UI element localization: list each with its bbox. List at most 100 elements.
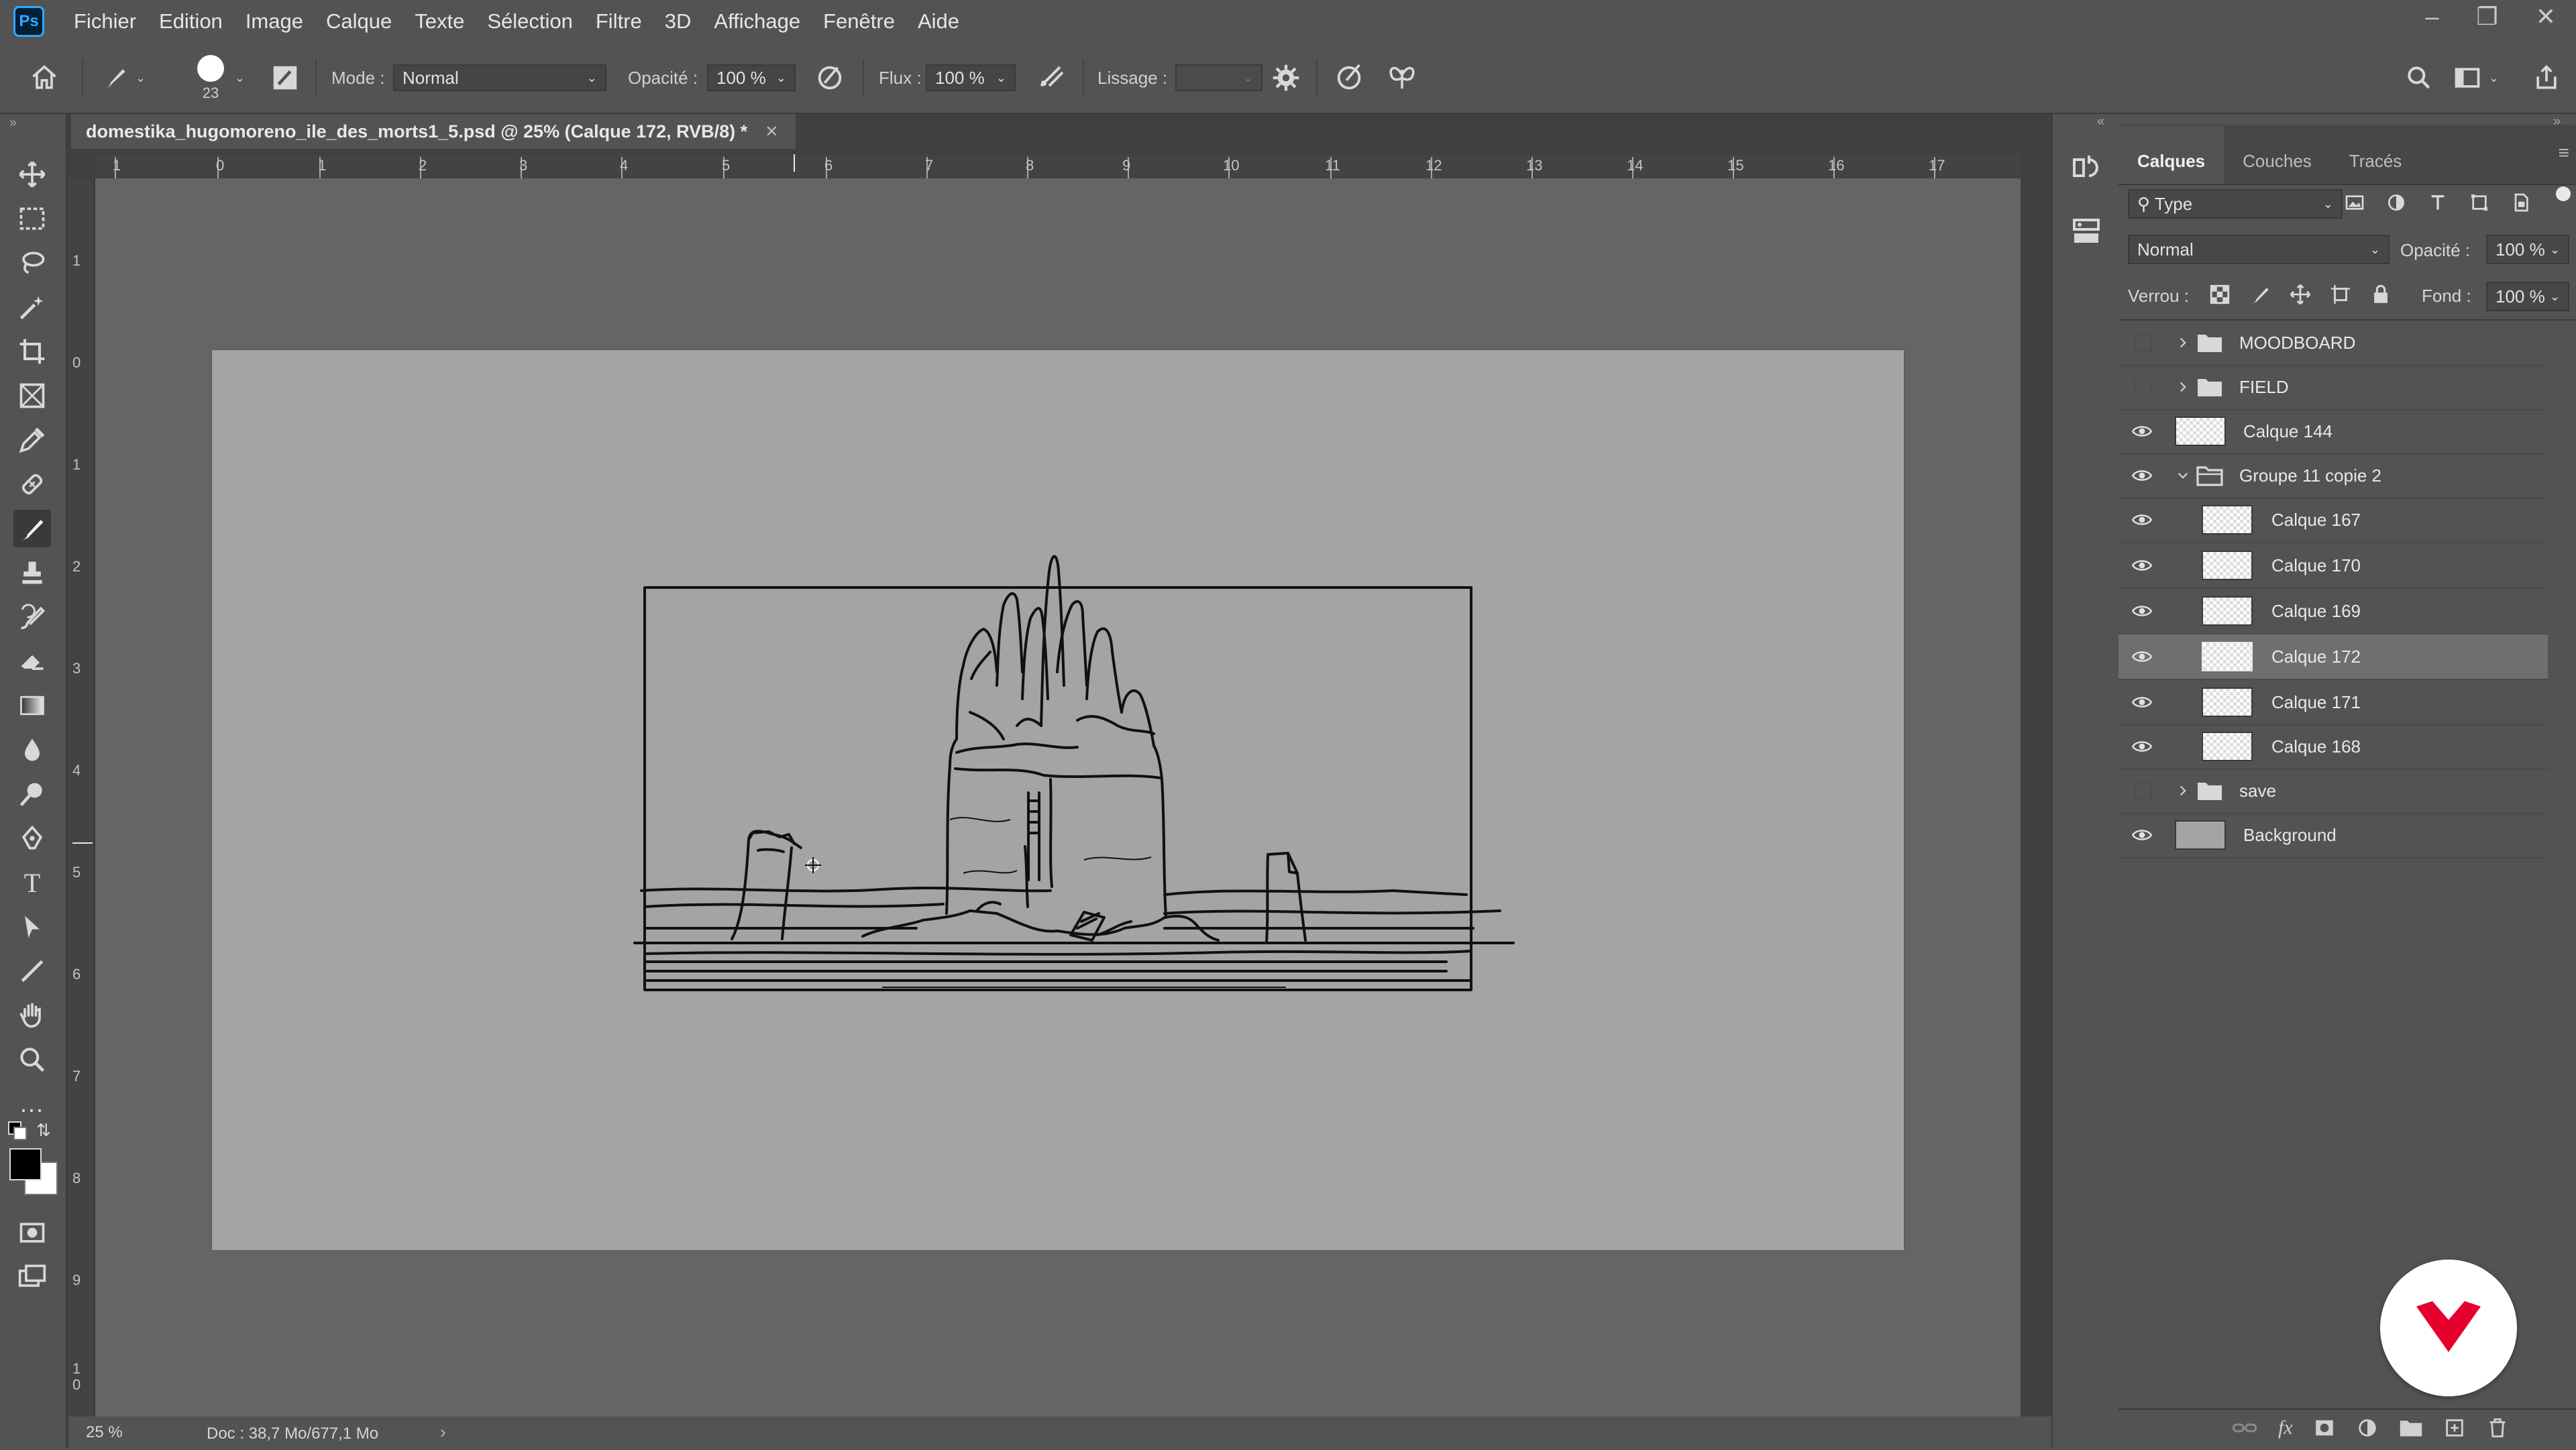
lock-transparent-pixels-icon[interactable] [2208,283,2231,306]
menu-fenetre[interactable]: Fenêtre [823,9,895,34]
tab-calques[interactable]: Calques [2118,126,2224,184]
filter-toggle-icon[interactable] [2556,186,2571,201]
visibility-toggle[interactable] [2135,334,2152,351]
restore-icon[interactable]: ❐ [2477,3,2498,31]
chevron-down-icon[interactable] [2175,467,2191,484]
eye-icon[interactable] [2131,600,2153,622]
lissage-field[interactable]: ⌄ [1175,64,1263,91]
layer-row-save[interactable]: save [2118,769,2548,814]
eye-icon[interactable] [2131,464,2153,487]
opacity-field[interactable]: 100 % ⌄ [707,64,796,91]
filter-adjustment-icon[interactable] [2385,192,2407,213]
layer-row-calque-168[interactable]: Calque 168 [2118,724,2548,770]
layer-row-calque-172[interactable]: Calque 172 [2118,634,2548,680]
minimize-icon[interactable]: – [2426,3,2439,31]
brush-tool-preset-icon[interactable]: ⌄ [101,43,146,113]
swap-colors-icon[interactable]: ⇅ [36,1120,51,1141]
layer-row-calque-170[interactable]: Calque 170 [2118,543,2548,589]
brush-size-picker[interactable]: 23 ⌄ [191,43,245,113]
eyedropper-tool-icon[interactable] [13,421,51,459]
blend-mode-select[interactable]: Normal ⌄ [2128,235,2390,264]
chevron-right-icon[interactable] [2175,379,2191,395]
magic-wand-tool-icon[interactable] [13,288,51,326]
dodge-tool-icon[interactable] [13,775,51,813]
frame-tool-icon[interactable] [13,377,51,414]
link-layers-icon[interactable] [2231,1416,2258,1439]
home-icon[interactable] [30,43,59,113]
workspace-icon[interactable]: ⌄ [2453,43,2499,113]
menu-3d[interactable]: 3D [665,9,692,34]
fill-field[interactable]: 100 % ⌄ [2486,282,2569,311]
brush-tool-icon[interactable] [13,510,51,547]
stamp-tool-icon[interactable] [13,554,51,592]
line-tool-icon[interactable] [13,952,51,990]
eraser-tool-icon[interactable] [13,643,51,680]
chevron-right-icon[interactable] [2175,335,2191,351]
menu-fichier[interactable]: Fichier [74,9,136,34]
lock-image-pixels-icon[interactable] [2249,283,2271,306]
chevron-right-icon[interactable] [2175,783,2191,799]
layer-row-background[interactable]: Background [2118,813,2548,858]
type-tool-icon[interactable]: T [13,864,51,901]
symmetry-butterfly-icon[interactable] [1386,43,1418,113]
history-brush-tool-icon[interactable] [13,598,51,636]
more-tools-icon[interactable]: … [13,1085,51,1123]
eye-icon[interactable] [2131,420,2153,443]
filter-shape-icon[interactable] [2469,192,2490,213]
lock-all-icon[interactable] [2369,283,2392,306]
eye-icon[interactable] [2131,824,2153,846]
airbrush-icon[interactable] [1036,43,1068,113]
share-icon[interactable] [2532,43,2561,113]
eye-icon[interactable] [2131,508,2153,531]
default-colors-icon[interactable] [8,1121,27,1140]
zoom-level[interactable]: 25 % [86,1423,123,1442]
menu-affichage[interactable]: Affichage [714,9,800,34]
lasso-tool-icon[interactable] [13,244,51,282]
visibility-toggle[interactable] [2135,782,2152,799]
vertical-ruler[interactable]: 1 0 1 2 3 4 5 6 7 8 9 1 0 [68,178,95,1416]
flux-field[interactable]: 100 % ⌄ [926,64,1016,91]
path-selection-tool-icon[interactable] [13,908,51,946]
photoshop-logo[interactable]: Ps [13,6,44,37]
quick-mask-icon[interactable] [13,1214,51,1251]
layer-row-calque-169[interactable]: Calque 169 [2118,589,2548,634]
tab-couches[interactable]: Couches [2224,126,2330,184]
layer-row-calque-171[interactable]: Calque 171 [2118,680,2548,726]
menu-aide[interactable]: Aide [918,9,959,34]
properties-panel-icon[interactable] [2070,215,2102,247]
filter-pixel-icon[interactable] [2344,192,2365,213]
layer-row-moodboard[interactable]: MOODBOARD [2118,321,2548,366]
menu-filtre[interactable]: Filtre [596,9,642,34]
filter-smart-object-icon[interactable] [2510,192,2532,213]
screen-mode-icon[interactable] [13,1258,51,1296]
add-mask-icon[interactable] [2313,1416,2336,1439]
layer-opacity-field[interactable]: 100 % ⌄ [2486,235,2569,264]
close-icon[interactable]: ✕ [2536,3,2556,31]
layer-row-groupe-11-copie-2[interactable]: Groupe 11 copie 2 [2118,453,2548,499]
menu-image[interactable]: Image [246,9,303,34]
delete-layer-icon[interactable] [2486,1416,2509,1439]
lock-artboard-icon[interactable] [2329,283,2352,306]
panel-menu-icon[interactable]: ≡ [2559,142,2569,164]
hand-tool-icon[interactable] [13,997,51,1034]
layer-style-fx-icon[interactable]: fx [2278,1416,2293,1439]
healing-brush-tool-icon[interactable] [13,465,51,503]
brush-settings-icon[interactable] [270,43,301,113]
layer-filter-select[interactable]: ⚲ Type ⌄ [2128,189,2343,219]
gradient-tool-icon[interactable] [13,687,51,724]
tab-traces[interactable]: Tracés [2330,126,2421,184]
layer-row-field[interactable]: FIELD [2118,365,2548,410]
canvas[interactable] [212,350,1904,1250]
new-adjustment-layer-icon[interactable] [2356,1416,2379,1439]
eye-icon[interactable] [2131,554,2153,577]
eye-icon[interactable] [2131,691,2153,714]
menu-texte[interactable]: Texte [415,9,464,34]
new-layer-icon[interactable] [2443,1416,2466,1439]
menu-calque[interactable]: Calque [326,9,392,34]
collapse-dock-icon[interactable]: « [2097,114,2104,129]
pen-tool-icon[interactable] [13,820,51,857]
foreground-color-swatch[interactable] [9,1148,42,1180]
filter-type-icon[interactable] [2427,192,2449,213]
document-tab[interactable]: domestika_hugomoreno_ile_des_morts1_5.ps… [71,114,796,149]
mode-select[interactable]: Normal ⌄ [393,64,606,91]
